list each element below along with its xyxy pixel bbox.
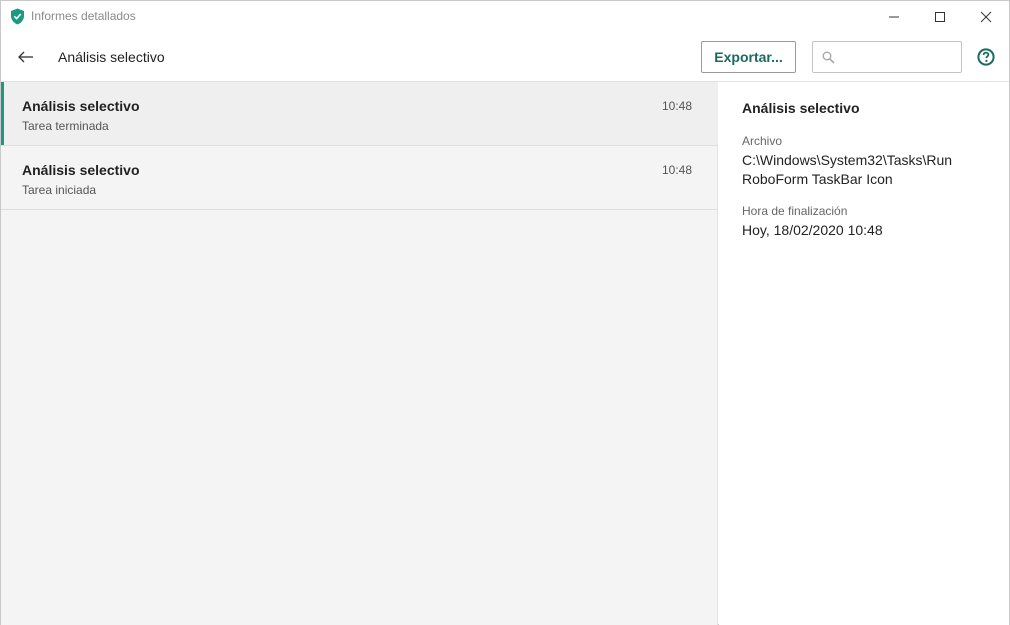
maximize-icon (935, 11, 945, 22)
item-status: Tarea iniciada (22, 183, 97, 197)
file-value: C:\Windows\System32\Tasks\Run RoboForm T… (742, 152, 953, 187)
search-input[interactable] (841, 44, 959, 70)
back-button[interactable] (13, 45, 39, 69)
title-bar: Informes detallados (1, 1, 1009, 32)
minimize-icon (889, 16, 899, 17)
file-label: Archivo (742, 134, 783, 148)
window-title: Informes detallados (31, 9, 136, 23)
close-button[interactable] (963, 1, 1009, 32)
minimize-button[interactable] (871, 1, 917, 32)
report-window: Informes detallados Análisis selectivo E… (0, 0, 1010, 625)
event-list: Análisis selectivo Tarea terminada 10:48… (1, 82, 718, 625)
page-header: Análisis selectivo Exportar... (1, 32, 1009, 82)
end-time-value: Hoy, 18/02/2020 10:48 (742, 222, 883, 238)
maximize-button[interactable] (917, 1, 963, 32)
item-time: 10:48 (661, 99, 692, 113)
selection-indicator (1, 82, 4, 145)
arrow-left-icon (18, 51, 33, 63)
shield-check-icon (11, 8, 24, 25)
close-icon (980, 11, 992, 22)
end-time-label: Hora de finalización (742, 204, 848, 218)
detail-panel: Análisis selectivo Archivo C:\Windows\Sy… (719, 82, 1009, 625)
item-title: Análisis selectivo (22, 162, 140, 178)
export-button[interactable]: Exportar... (701, 41, 796, 73)
item-time: 10:48 (661, 163, 692, 177)
search-box[interactable] (812, 41, 962, 73)
item-title: Análisis selectivo (22, 98, 140, 114)
list-item[interactable]: Análisis selectivo Tarea iniciada 10:48 (1, 146, 718, 210)
item-status: Tarea terminada (22, 119, 109, 133)
page-title: Análisis selectivo (58, 49, 165, 65)
list-item[interactable]: Análisis selectivo Tarea terminada 10:48 (1, 82, 718, 146)
detail-title: Análisis selectivo (742, 100, 860, 116)
question-circle-icon (977, 48, 995, 66)
magnifier-icon (822, 51, 835, 64)
help-button[interactable] (976, 47, 996, 67)
